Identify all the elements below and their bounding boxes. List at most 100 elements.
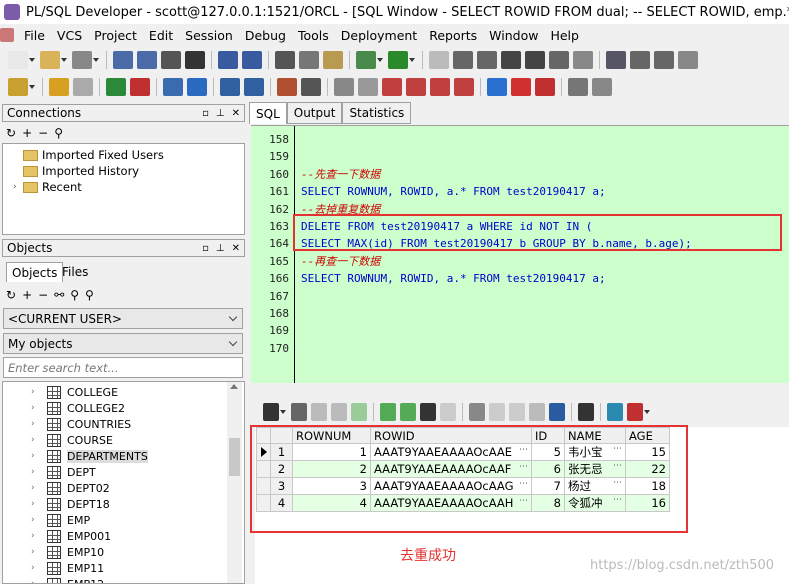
delete-record-icon[interactable]	[331, 403, 347, 421]
list-item[interactable]: › COLLEGE	[3, 384, 228, 400]
column-header-name[interactable]: NAME	[564, 427, 626, 444]
expand-icon[interactable]: ›	[31, 435, 39, 445]
sql-icon[interactable]	[549, 50, 569, 69]
connect-icon[interactable]	[220, 77, 240, 96]
find-icon[interactable]	[420, 403, 436, 421]
sort-desc-icon[interactable]	[509, 403, 525, 421]
key-icon[interactable]	[8, 77, 28, 96]
tab-output[interactable]: Output	[286, 102, 343, 124]
list-item[interactable]: › EMP001	[3, 528, 228, 544]
copy-history-icon[interactable]	[568, 77, 588, 96]
search-input[interactable]: Enter search text...	[3, 357, 243, 378]
cell-name[interactable]: ⋯ 张无忌	[564, 460, 626, 478]
fetch-next-icon[interactable]	[380, 403, 396, 421]
list-item[interactable]: › DEPT18	[3, 496, 228, 512]
objects-scrollbar[interactable]	[227, 382, 242, 583]
expand-icon[interactable]: ›	[31, 547, 39, 557]
disconnect-icon[interactable]	[244, 77, 264, 96]
remove-icon[interactable]: −	[38, 288, 48, 302]
column-header-age[interactable]: AGE	[625, 427, 670, 444]
print-preview-icon[interactable]	[161, 50, 181, 69]
ellipsis-icon[interactable]: ⋯	[613, 462, 622, 472]
sql-editor[interactable]: 158 159 160 161 162 163 164 165 166 167 168 169 170 …	[251, 125, 789, 383]
debug-icon[interactable]	[334, 77, 354, 96]
filter-icon[interactable]: ⚲	[54, 126, 63, 140]
cut-icon[interactable]	[275, 50, 295, 69]
cell-name[interactable]: ⋯ 韦小宝	[564, 443, 626, 461]
menu-help[interactable]: Help	[544, 24, 585, 46]
remove-icon[interactable]: −	[38, 126, 48, 140]
cell-id[interactable]: 6	[531, 460, 565, 478]
menu-edit[interactable]: Edit	[143, 24, 179, 46]
list-item[interactable]: › COLLEGE2	[3, 400, 228, 416]
open-icon[interactable]	[40, 50, 60, 69]
cell-name[interactable]: ⋯ 令狐冲	[564, 494, 626, 512]
paste-icon[interactable]	[323, 50, 343, 69]
list-item[interactable]: › EMP12	[3, 576, 228, 583]
sql-session-icon[interactable]	[163, 77, 183, 96]
menu-debug[interactable]: Debug	[239, 24, 292, 46]
add-icon[interactable]: +	[22, 126, 32, 140]
tile-icon[interactable]	[630, 50, 650, 69]
lock-icon[interactable]	[291, 403, 307, 421]
column-header-rownum[interactable]: ROWNUM	[292, 427, 371, 444]
expand-icon[interactable]: ›	[31, 419, 39, 429]
pin-icon[interactable]: ⊥	[216, 243, 225, 254]
expand-icon[interactable]: ›	[31, 467, 39, 477]
menu-file[interactable]: File	[18, 24, 51, 46]
wrench-icon[interactable]	[301, 77, 321, 96]
code-line[interactable]: SELECT MAX(id) FROM test20190417 b GROUP…	[301, 235, 692, 252]
cell-rownum[interactable]: 1	[292, 443, 371, 461]
list-item[interactable]: › DEPT	[3, 464, 228, 480]
connection-item[interactable]: Imported Fixed Users	[13, 148, 164, 162]
explain-icon[interactable]	[187, 77, 207, 96]
code-line[interactable]: --去掉重复数据	[301, 201, 380, 218]
cell-age[interactable]: 18	[625, 477, 670, 495]
ellipsis-icon[interactable]: ⋯	[519, 462, 528, 472]
table-row[interactable]: 3 3 ⋯ AAAT9YAAEAAAAOcAAG 7 ⋯ 杨过 18	[256, 477, 670, 495]
chart-icon[interactable]	[627, 403, 643, 421]
clear-icon[interactable]	[440, 403, 456, 421]
sort-asc-icon[interactable]	[489, 403, 505, 421]
menu-vcs[interactable]: VCS	[51, 24, 88, 46]
window-list-icon[interactable]	[606, 50, 626, 69]
dropdown-arrow-icon[interactable]	[280, 410, 286, 414]
user-combo[interactable]: <CURRENT USER>	[3, 308, 243, 329]
cell-rownum[interactable]: 2	[292, 460, 371, 478]
dropdown-arrow-icon[interactable]	[29, 84, 35, 89]
expand-icon[interactable]: ›	[31, 483, 39, 493]
nav-back-icon[interactable]	[511, 77, 531, 96]
table-row[interactable]: 4 4 ⋯ AAAT9YAAEAAAAOcAAH 8 ⋯ 令狐冲 16	[256, 494, 670, 512]
list-item[interactable]: › EMP	[3, 512, 228, 528]
code-line[interactable]: --再查一下数据	[301, 253, 380, 270]
menu-project[interactable]: Project	[88, 24, 143, 46]
cell-rownum[interactable]: 3	[292, 477, 371, 495]
dropdown-arrow-icon[interactable]	[29, 57, 35, 62]
filter-edit-icon[interactable]: ⚲	[85, 288, 94, 302]
close-all-icon[interactable]	[678, 50, 698, 69]
expand-icon[interactable]: ›	[31, 579, 39, 583]
break-icon[interactable]	[73, 77, 93, 96]
restore-icon[interactable]: ▫	[202, 108, 209, 119]
step-icon[interactable]	[358, 77, 378, 96]
cell-name[interactable]: ⋯ 杨过	[564, 477, 626, 495]
scroll-thumb[interactable]	[229, 438, 240, 476]
post-icon[interactable]	[351, 403, 367, 421]
filter-icon[interactable]	[529, 403, 545, 421]
scroll-up-icon[interactable]	[230, 384, 238, 389]
cell-rowid[interactable]: ⋯ AAAT9YAAEAAAAOcAAF	[370, 460, 532, 478]
format-icon[interactable]	[356, 50, 376, 69]
expand-icon[interactable]: ›	[31, 387, 39, 397]
refresh-icon[interactable]: ↻	[6, 288, 16, 302]
brackets-icon[interactable]	[573, 50, 593, 69]
expand-icon[interactable]: ›	[31, 531, 39, 541]
pin-icon[interactable]: ⊥	[216, 108, 225, 119]
connection-item[interactable]: Imported History	[13, 164, 139, 178]
new-icon[interactable]	[8, 50, 28, 69]
column-header-id[interactable]: ID	[531, 427, 565, 444]
filter-icon[interactable]: ⚲	[70, 288, 79, 302]
tab-objects[interactable]: Objects	[6, 262, 64, 282]
grid-select-icon[interactable]	[263, 403, 279, 421]
dropdown-arrow-icon[interactable]	[377, 57, 383, 62]
query-by-example-icon[interactable]	[469, 403, 485, 421]
